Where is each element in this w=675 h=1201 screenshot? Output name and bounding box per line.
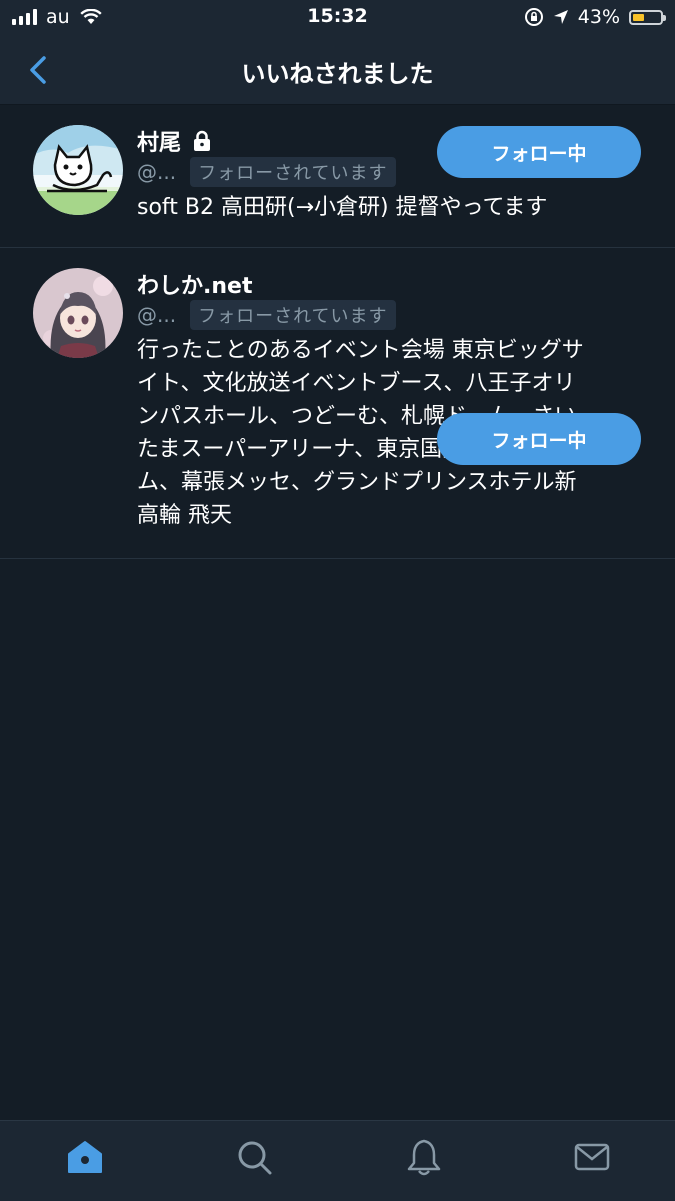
following-button[interactable]: フォロー中: [437, 126, 641, 178]
tab-bar: [0, 1120, 675, 1201]
battery-icon: [629, 9, 666, 25]
handle-line: @... フォローされています: [137, 157, 396, 187]
bio-line: soft B2 高田研(→小倉研) 提督やってます: [137, 195, 548, 220]
page-title: いいねされました: [241, 60, 434, 88]
search-icon[interactable]: [234, 1137, 274, 1177]
bio-line: 行ったことのあるイベント会場 東京ビッグサ: [137, 338, 584, 363]
name-line: わしか.net: [137, 268, 252, 300]
name-line: 村尾: [137, 125, 213, 157]
bio-line: ム、幕張メッセ、グランドプリンスホテル新: [137, 470, 577, 495]
liked-by-list: 村尾 @... フォローされています soft B2 高田研(→小倉研) 提督や…: [0, 105, 675, 559]
bell-icon[interactable]: [404, 1137, 444, 1177]
mail-icon[interactable]: [572, 1137, 612, 1177]
anime-girl-avatar: [33, 268, 123, 358]
status-bar: au 15:32 43%: [0, 0, 675, 34]
battery-percent: 43%: [577, 6, 620, 28]
status-right: 43%: [524, 6, 666, 28]
location-arrow-icon: [553, 10, 568, 24]
user-name[interactable]: 村尾: [137, 125, 181, 157]
user-row[interactable]: わしか.net @... フォローされています 行ったことのあるイベント会場 東…: [0, 248, 675, 559]
user-row[interactable]: 村尾 @... フォローされています soft B2 高田研(→小倉研) 提督や…: [0, 105, 675, 248]
home-icon[interactable]: [65, 1137, 105, 1177]
following-button[interactable]: フォロー中: [437, 413, 641, 465]
user-name[interactable]: わしか.net: [137, 268, 252, 300]
follows-you-badge: フォローされています: [190, 157, 396, 187]
follows-you-badge: フォローされています: [190, 300, 396, 330]
navigation-bar: いいねされました: [0, 34, 675, 105]
bio-line: 高輪 飛天: [137, 503, 232, 528]
handle-line: @... フォローされています: [137, 300, 396, 330]
user-bio: soft B2 高田研(→小倉研) 提督やってます: [137, 191, 637, 224]
avatar[interactable]: [33, 268, 123, 358]
user-handle: @...: [137, 303, 177, 327]
lock-icon: [194, 130, 211, 151]
cat-drawing-avatar: [33, 125, 123, 215]
orientation-lock-icon: [524, 8, 543, 26]
avatar[interactable]: [33, 125, 123, 215]
bio-line: イト、文化放送イベントブース、八王子オリ: [137, 371, 576, 396]
user-handle: @...: [137, 160, 177, 184]
